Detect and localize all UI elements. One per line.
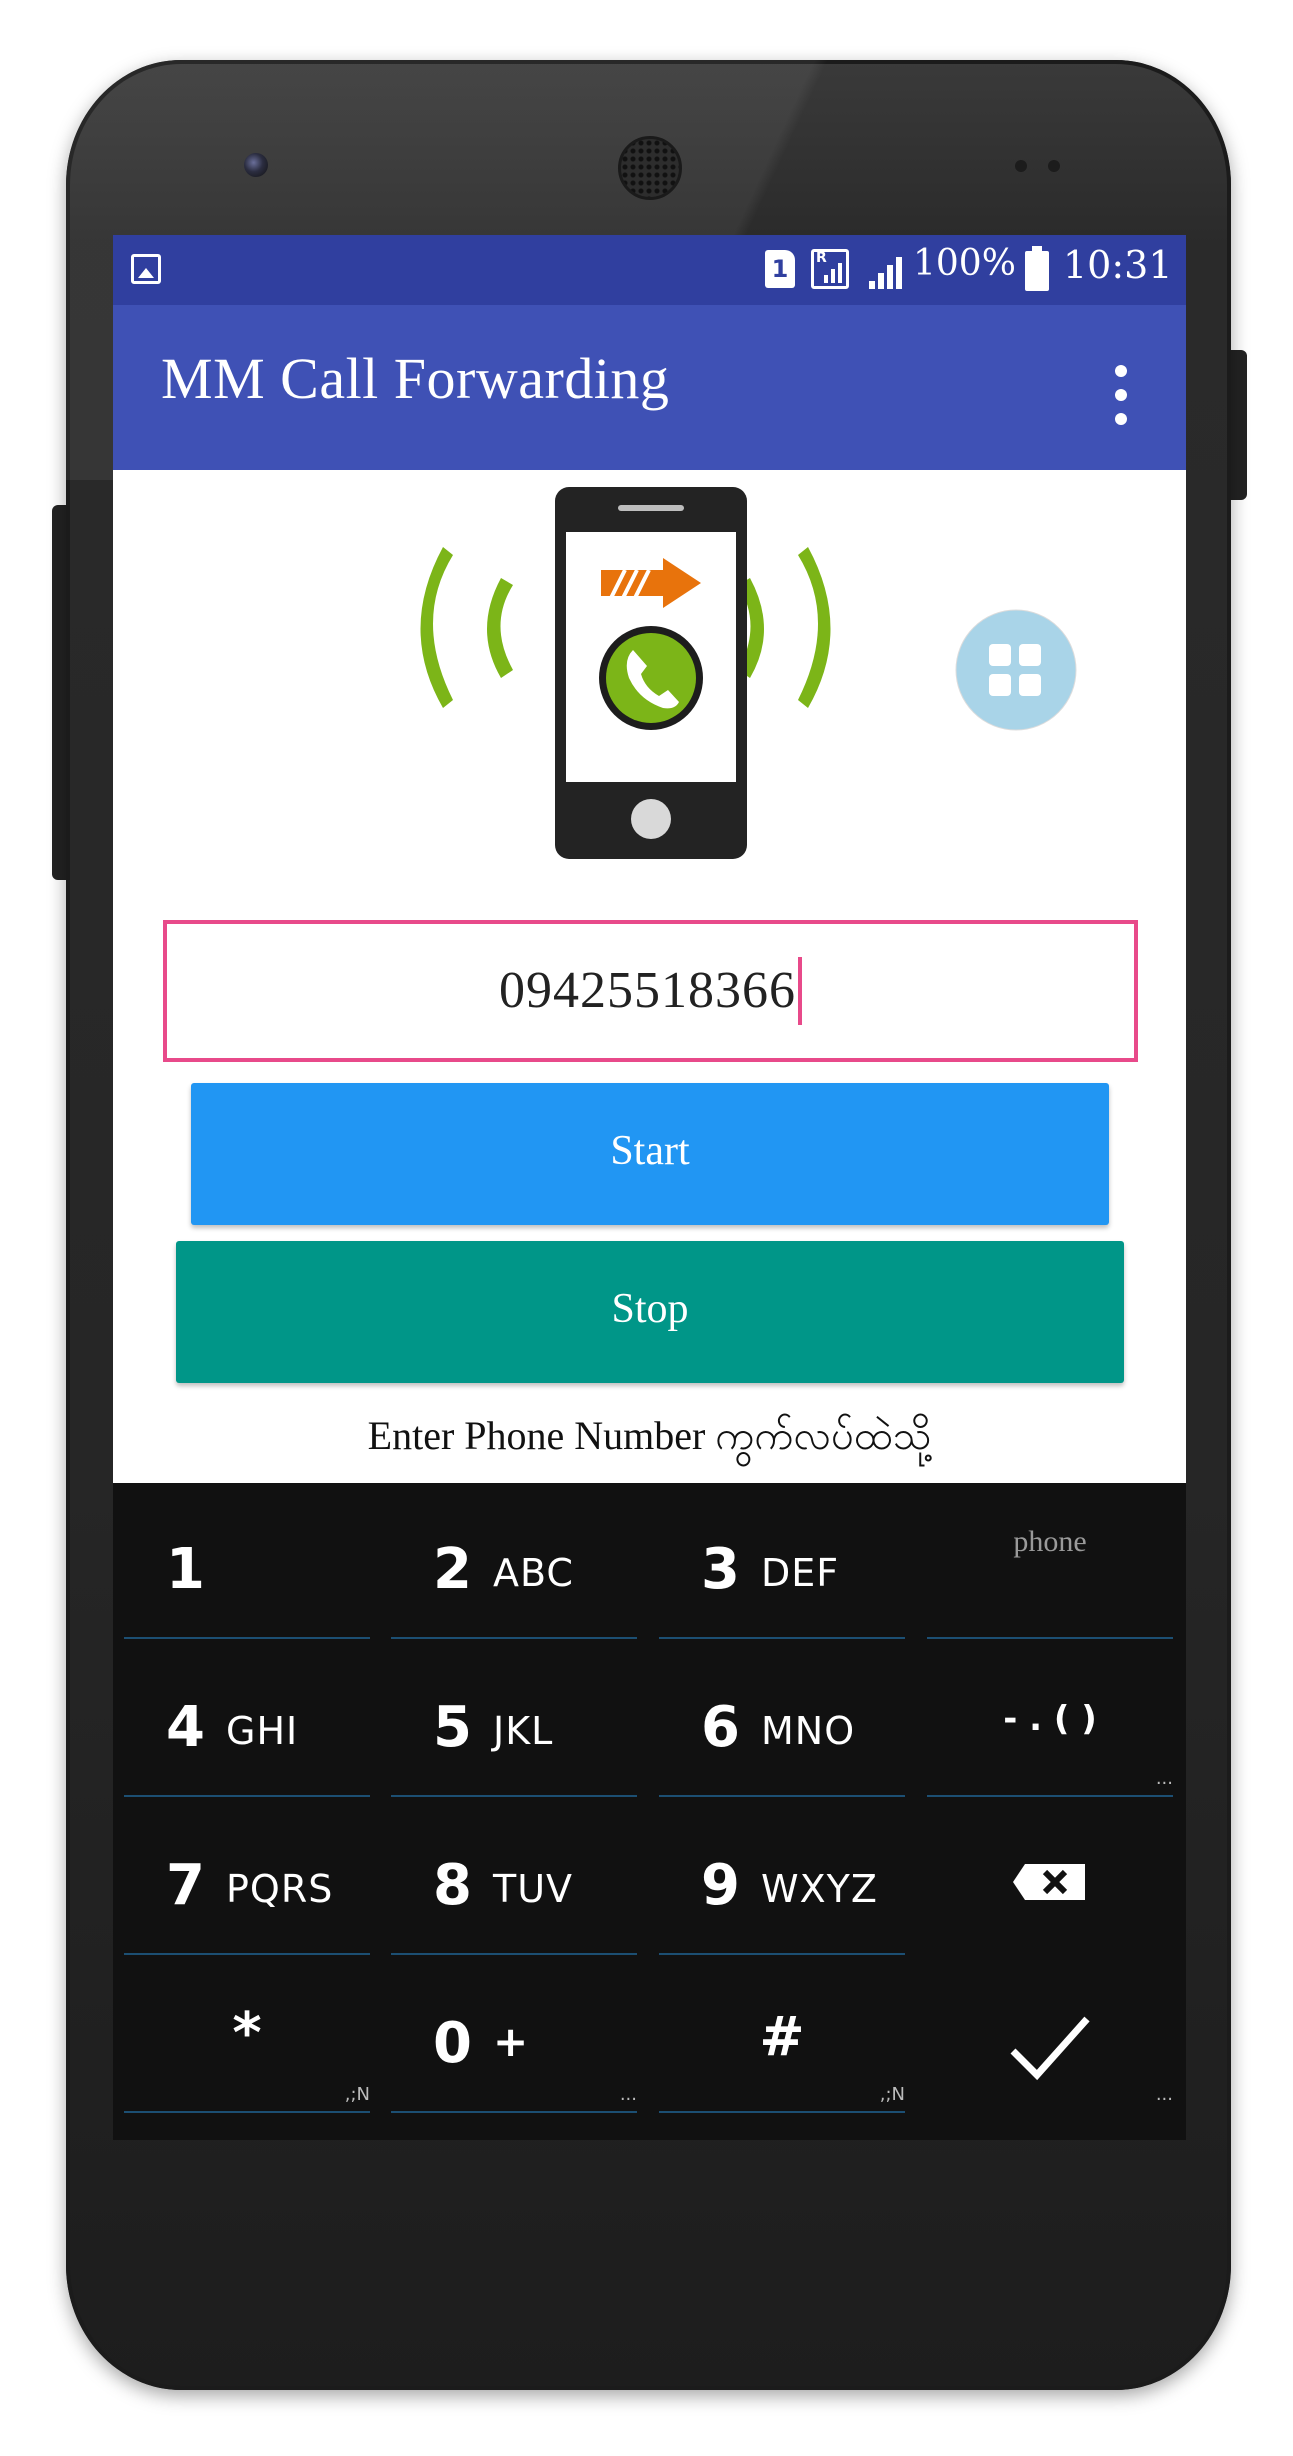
key-done[interactable]: ...: [921, 1965, 1179, 2117]
battery-percent: 100%: [913, 243, 1016, 284]
key-star[interactable]: * ,;N: [118, 1965, 376, 2117]
front-camera: [244, 153, 268, 177]
app-bar: MM Call Forwarding: [113, 305, 1186, 470]
roaming-signal-icon: R: [811, 249, 849, 289]
earpiece-speaker: [618, 136, 682, 200]
key-backspace[interactable]: [921, 1807, 1179, 1959]
key-5[interactable]: 5 JKL: [385, 1649, 643, 1801]
app-title: MM Call Forwarding: [161, 346, 670, 411]
power-button: [1229, 350, 1247, 500]
signal-waves-left-icon: [420, 547, 513, 708]
keyboard-mode-label: phone: [1013, 1525, 1087, 1558]
key-phone-mode[interactable]: phone: [921, 1491, 1179, 1643]
signal-icon: [869, 253, 905, 289]
screen: 1 R 100% 10:31 MM Call Forwarding 094255…: [113, 235, 1186, 2140]
battery-icon: [1025, 246, 1049, 291]
proximity-sensor: [1015, 160, 1027, 172]
key-0[interactable]: 0 + ...: [385, 1965, 643, 2117]
key-2[interactable]: 2 ABC: [385, 1491, 643, 1643]
key-8[interactable]: 8 TUV: [385, 1807, 643, 1959]
phone-number-input[interactable]: 09425518366: [163, 920, 1138, 1062]
backspace-icon: [1013, 1864, 1085, 1900]
key-6[interactable]: 6 MNO: [653, 1649, 911, 1801]
overflow-menu-icon[interactable]: [1115, 365, 1127, 425]
check-icon: [1010, 2016, 1090, 2081]
apps-button[interactable]: [956, 610, 1076, 730]
key-punctuation[interactable]: - . ( ) ...: [921, 1649, 1179, 1801]
key-hash[interactable]: # ,;N: [653, 1965, 911, 2117]
key-1[interactable]: 1: [118, 1491, 376, 1643]
key-7[interactable]: 7 PQRS: [118, 1807, 376, 1959]
clock: 10:31: [1063, 243, 1173, 287]
light-sensor: [1048, 160, 1060, 172]
key-9[interactable]: 9 WXYZ: [653, 1807, 911, 1959]
start-button[interactable]: Start: [191, 1083, 1109, 1225]
text-cursor: [798, 957, 802, 1026]
hero-illustration: [113, 470, 1186, 870]
sim-icon: 1: [765, 250, 795, 288]
image-notification-icon: [131, 254, 161, 284]
status-bar: 1 R 100% 10:31: [113, 235, 1186, 305]
stop-button[interactable]: Stop: [176, 1241, 1124, 1383]
phone-number-value: 09425518366: [499, 962, 796, 1019]
key-3[interactable]: 3 DEF: [653, 1491, 911, 1643]
key-4[interactable]: 4 GHI: [118, 1649, 376, 1801]
signal-waves-right-icon: [738, 547, 831, 708]
phone-keyboard: 1 2 ABC 3 DEF phone 4 GHI 5 JKL 6 MNO - …: [113, 1483, 1186, 2140]
call-forward-phone-icon: [555, 487, 747, 859]
instruction-text: Enter Phone Number ကွက်လပ်ထဲသို့: [367, 1413, 932, 1458]
